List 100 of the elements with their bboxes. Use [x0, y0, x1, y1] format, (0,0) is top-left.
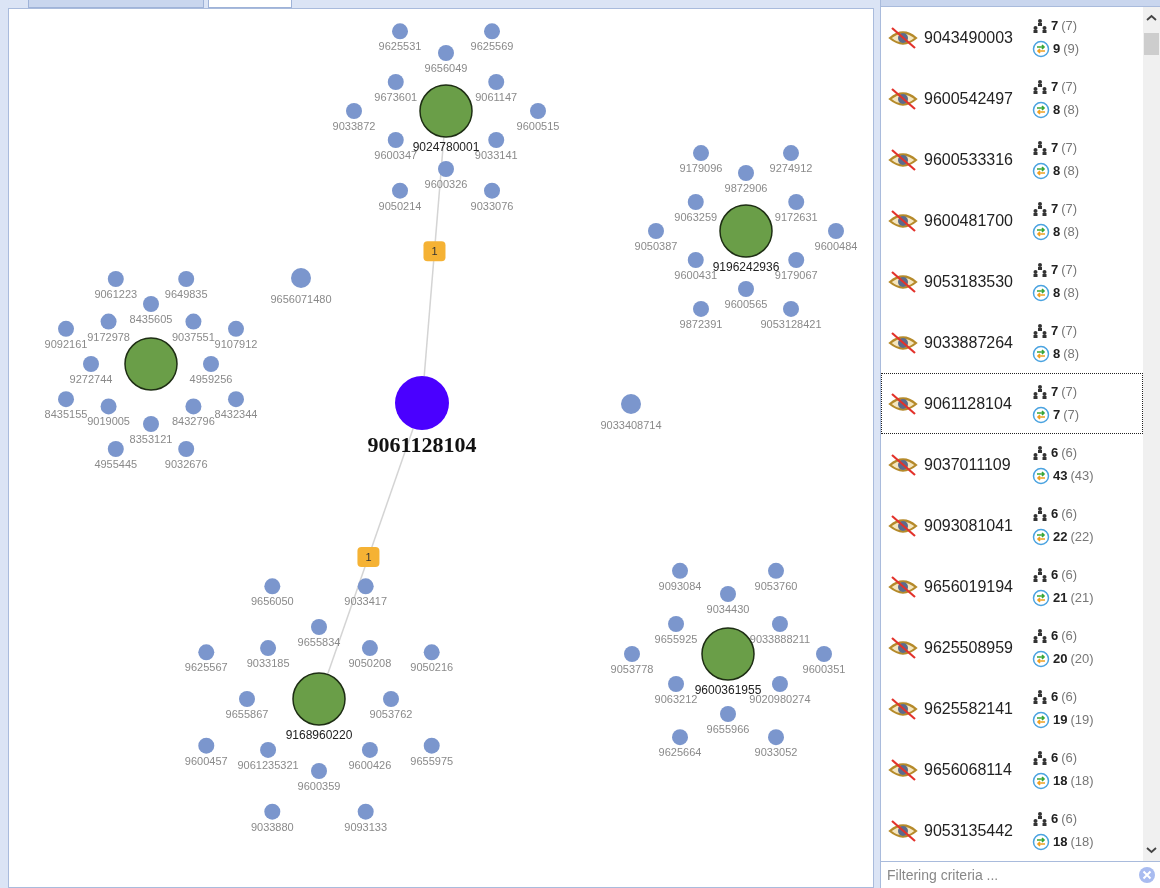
node[interactable] — [828, 223, 844, 239]
hidden-eye-icon[interactable] — [888, 330, 918, 355]
node[interactable] — [311, 763, 327, 779]
node[interactable] — [624, 646, 640, 662]
node[interactable] — [438, 161, 454, 177]
hub-node[interactable] — [292, 672, 346, 726]
hidden-eye-icon[interactable] — [888, 696, 918, 721]
filter-bar[interactable]: Filtering criteria ... — [881, 861, 1160, 888]
scrollbar[interactable] — [1143, 7, 1160, 861]
hidden-eye-icon[interactable] — [888, 452, 918, 477]
hidden-eye-icon[interactable] — [888, 574, 918, 599]
node[interactable] — [357, 578, 374, 595]
caller-row[interactable]: 9037011109 6 (6) 43 (43) — [881, 434, 1143, 495]
node[interactable] — [239, 691, 255, 707]
node[interactable] — [100, 313, 117, 330]
caller-row[interactable]: 9061128104 7 (7) 7 (7) — [881, 373, 1143, 434]
node[interactable] — [423, 644, 440, 661]
hidden-eye-icon[interactable] — [888, 635, 918, 660]
node[interactable] — [668, 616, 685, 632]
hidden-eye-icon[interactable] — [888, 269, 918, 294]
node[interactable] — [768, 562, 784, 579]
caller-row[interactable]: 9656068114 6 (6) 18 (18) — [881, 739, 1143, 800]
node[interactable] — [346, 103, 362, 119]
node[interactable] — [720, 706, 736, 722]
node[interactable] — [361, 640, 378, 657]
node[interactable] — [107, 441, 124, 457]
node[interactable] — [264, 578, 281, 595]
node[interactable] — [668, 676, 685, 692]
node[interactable] — [687, 252, 704, 268]
hidden-eye-icon[interactable] — [888, 86, 918, 111]
caller-row[interactable]: 9656019194 6 (6) 21 (21) — [881, 556, 1143, 617]
hidden-eye-icon[interactable] — [888, 147, 918, 172]
node[interactable] — [83, 356, 99, 372]
node[interactable] — [392, 182, 408, 199]
node[interactable] — [185, 398, 202, 415]
node[interactable] — [672, 729, 688, 746]
hub-node[interactable] — [419, 84, 473, 138]
node[interactable] — [783, 145, 799, 162]
hidden-eye-icon[interactable] — [888, 25, 918, 50]
caller-row[interactable]: 9600481700 7 (7) 8 (8) — [881, 190, 1143, 251]
node[interactable] — [228, 391, 244, 408]
node[interactable] — [228, 320, 244, 337]
node[interactable] — [58, 320, 74, 337]
node[interactable] — [311, 619, 327, 635]
center-node[interactable] — [395, 376, 449, 430]
caller-row[interactable]: 9053183530 7 (7) 8 (8) — [881, 251, 1143, 312]
hidden-eye-icon[interactable] — [888, 757, 918, 782]
hidden-eye-icon[interactable] — [888, 818, 918, 843]
node[interactable] — [203, 356, 219, 372]
node[interactable] — [488, 74, 505, 90]
node[interactable] — [260, 741, 277, 758]
node[interactable] — [720, 586, 736, 602]
scroll-thumb[interactable] — [1144, 33, 1159, 55]
tab[interactable] — [208, 0, 292, 8]
node[interactable] — [648, 223, 664, 239]
node[interactable] — [484, 23, 500, 40]
clear-icon[interactable] — [1138, 866, 1156, 884]
node[interactable] — [185, 313, 202, 330]
node[interactable] — [291, 268, 311, 288]
node[interactable] — [264, 803, 281, 820]
caller-row[interactable]: 9033887264 7 (7) 8 (8) — [881, 312, 1143, 373]
node[interactable] — [738, 165, 754, 181]
node[interactable] — [783, 300, 799, 317]
node[interactable] — [387, 74, 404, 90]
caller-row[interactable]: 9625582141 6 (6) 19 (19) — [881, 678, 1143, 739]
node[interactable] — [771, 616, 788, 632]
node[interactable] — [768, 729, 784, 746]
node[interactable] — [361, 741, 378, 758]
node[interactable] — [788, 194, 805, 210]
hub-node[interactable] — [719, 204, 773, 258]
node[interactable] — [143, 296, 159, 312]
node[interactable] — [672, 562, 688, 579]
node[interactable] — [693, 145, 709, 162]
node[interactable] — [198, 737, 215, 754]
hidden-eye-icon[interactable] — [888, 208, 918, 233]
hidden-eye-icon[interactable] — [888, 513, 918, 538]
node[interactable] — [488, 132, 505, 148]
caller-row[interactable]: 9600533316 7 (7) 8 (8) — [881, 129, 1143, 190]
node[interactable] — [100, 398, 117, 415]
node[interactable] — [392, 23, 408, 40]
node[interactable] — [771, 676, 788, 692]
node[interactable] — [198, 644, 215, 661]
caller-row[interactable]: 9093081041 6 (6) 22 (22) — [881, 495, 1143, 556]
hidden-eye-icon[interactable] — [888, 391, 918, 416]
node[interactable] — [438, 45, 454, 61]
node[interactable] — [738, 281, 754, 297]
caller-row[interactable]: 9043490003 7 (7) 9 (9) — [881, 7, 1143, 68]
node[interactable] — [143, 416, 159, 432]
node[interactable] — [383, 691, 399, 707]
node[interactable] — [58, 391, 74, 408]
node[interactable] — [687, 194, 704, 210]
filter-field[interactable]: Filtering criteria ... — [885, 866, 1138, 884]
node[interactable] — [423, 737, 440, 754]
node[interactable] — [178, 271, 195, 287]
node[interactable] — [260, 640, 277, 657]
node[interactable] — [387, 132, 404, 148]
node[interactable] — [178, 441, 195, 457]
node[interactable] — [107, 271, 124, 287]
caller-row[interactable]: 9600542497 7 (7) 8 (8) — [881, 68, 1143, 129]
node[interactable] — [357, 803, 374, 820]
